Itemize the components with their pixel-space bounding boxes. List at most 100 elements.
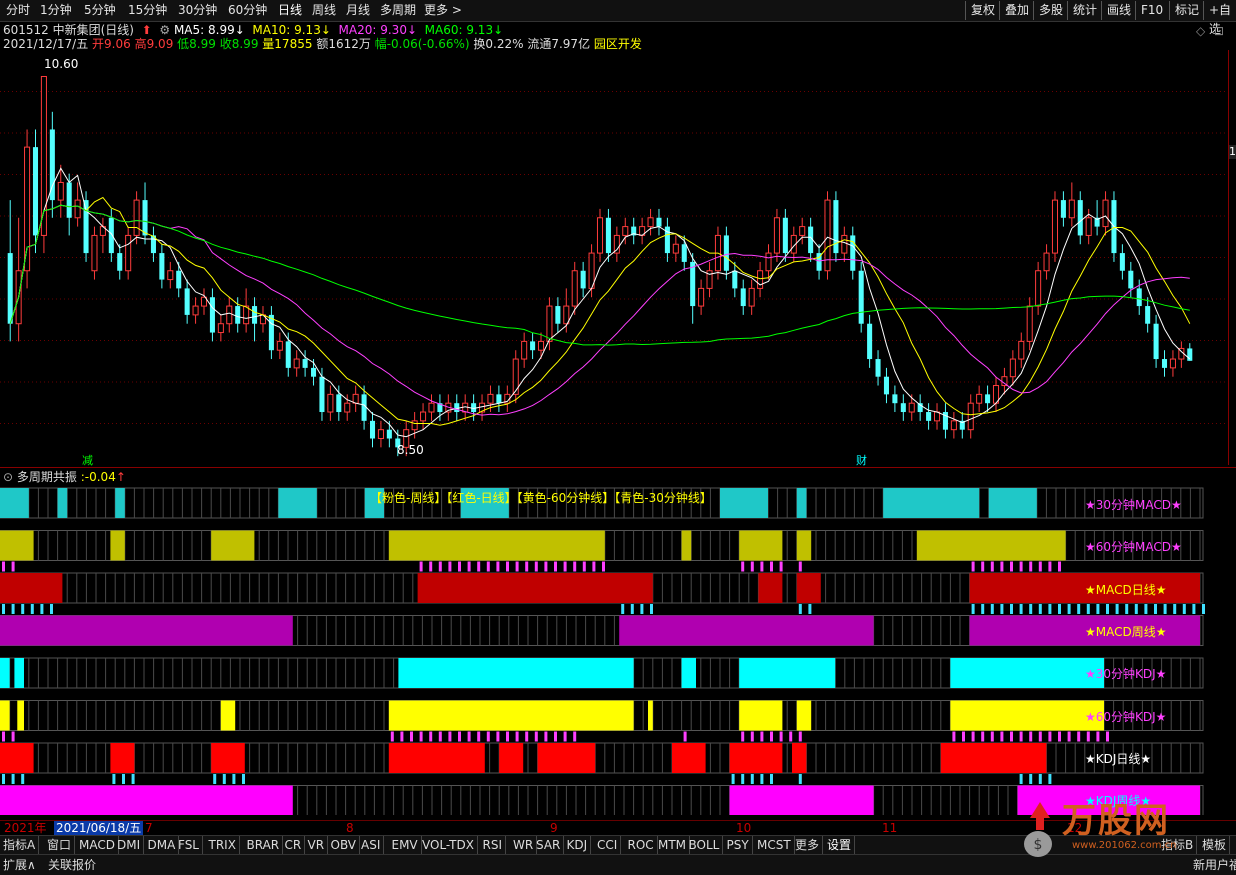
tab-5min[interactable]: 5分钟 xyxy=(84,2,116,19)
band-tick xyxy=(750,731,754,742)
band-tick xyxy=(429,731,433,742)
window-icon[interactable]: ⊡ xyxy=(1214,24,1224,38)
tab-15min[interactable]: 15分钟 xyxy=(128,2,167,19)
overlay-button[interactable]: 叠加 xyxy=(999,1,1034,20)
band-tick xyxy=(525,731,529,742)
band-tick xyxy=(554,731,557,742)
indicator-tab-boll[interactable]: BOLL xyxy=(686,836,724,854)
candle xyxy=(1068,182,1075,227)
tab-weekly[interactable]: 周线 xyxy=(312,2,336,19)
draw-button[interactable]: 画线 xyxy=(1101,1,1136,20)
indicator-tab-dmi[interactable]: DMI xyxy=(114,836,145,854)
band-tick xyxy=(630,604,634,614)
indicator-tab-obv[interactable]: OBV xyxy=(328,836,361,854)
candle-body xyxy=(1018,340,1025,360)
indicator-tab-窗口[interactable]: 窗口 xyxy=(44,836,76,854)
candlestick-chart[interactable] xyxy=(0,50,1228,465)
band-segment xyxy=(950,658,1104,688)
indicator-tab-sar[interactable]: SAR xyxy=(533,836,565,854)
band-tick xyxy=(242,774,245,784)
band-tick xyxy=(1058,731,1061,742)
candle xyxy=(209,288,215,342)
indicator-tab-vol-tdx[interactable]: VOL-TDX xyxy=(419,836,478,854)
tab-monthly[interactable]: 月线 xyxy=(346,2,370,19)
band-tick xyxy=(760,561,764,572)
candle xyxy=(976,385,983,413)
band-tick xyxy=(621,604,625,614)
tab-fenshi[interactable]: 分时 xyxy=(6,2,30,19)
quote-open: 开9.06 xyxy=(92,37,131,51)
candle-body xyxy=(74,199,81,219)
indicator-tab-指标a[interactable]: 指标A xyxy=(0,836,40,854)
tab-daily[interactable]: 日线 xyxy=(278,2,302,19)
linked-quote-button[interactable]: 关联报价 xyxy=(48,855,96,875)
indicator-tab-vr[interactable]: VR xyxy=(305,836,329,854)
indicator-tab-emv[interactable]: EMV xyxy=(389,836,422,854)
candle-body xyxy=(496,394,502,404)
indicator-tab-brar[interactable]: BRAR xyxy=(244,836,284,854)
indicator-tab-cr[interactable]: CR xyxy=(282,836,306,854)
indicator-tab-psy[interactable]: PSY xyxy=(724,836,753,854)
band-segment xyxy=(0,573,63,603)
multi-stock-button[interactable]: 多股 xyxy=(1033,1,1068,20)
candle-body xyxy=(672,243,679,254)
new-user-link[interactable]: 新用户福 xyxy=(1193,855,1236,875)
indicator-tab-fsl[interactable]: FSL xyxy=(175,836,203,854)
indicator-tab-kdj[interactable]: KDJ xyxy=(564,836,592,854)
tab-1min[interactable]: 1分钟 xyxy=(40,2,72,19)
band-tick xyxy=(477,561,481,572)
tab-30min[interactable]: 30分钟 xyxy=(178,2,217,19)
candle-body xyxy=(142,200,148,236)
band-tick xyxy=(1096,731,1100,742)
diamond-icon[interactable]: ◇ xyxy=(1196,24,1205,38)
band-tick xyxy=(798,561,802,572)
candle xyxy=(926,403,932,430)
collapse-icon[interactable]: ⊙ xyxy=(3,470,13,484)
fuquan-button[interactable]: 复权 xyxy=(965,1,1000,20)
stats-button[interactable]: 统计 xyxy=(1067,1,1102,20)
candle-body xyxy=(1169,358,1176,369)
band-tick xyxy=(1106,604,1109,614)
indicator-tab-cci[interactable]: CCI xyxy=(594,836,622,854)
f10-button[interactable]: F10 xyxy=(1135,1,1168,20)
candle-body xyxy=(1085,217,1092,236)
right-tab-1[interactable]: 模板 xyxy=(1199,836,1231,854)
candle xyxy=(1035,261,1042,315)
band-tick xyxy=(515,561,519,572)
mark-button[interactable]: 标记 xyxy=(1169,1,1204,20)
indicator-tab-roc[interactable]: ROC xyxy=(625,836,658,854)
candle-body xyxy=(765,252,772,272)
tab-60min[interactable]: 60分钟 xyxy=(228,2,267,19)
band-tick xyxy=(1067,604,1071,614)
candle xyxy=(32,129,39,254)
add-watchlist-button[interactable]: +自选 xyxy=(1203,1,1236,36)
tab-multi-period[interactable]: 多周期 xyxy=(380,2,416,19)
tab-more[interactable]: 更多 > xyxy=(424,2,462,19)
expand-button[interactable]: 扩展∧ xyxy=(3,855,36,875)
indicator-tab-macd[interactable]: MACD xyxy=(76,836,119,854)
band-tick xyxy=(419,561,423,572)
settings-icon[interactable]: ⚙ xyxy=(159,23,170,37)
candle xyxy=(765,244,772,280)
candle-body xyxy=(571,270,578,307)
indicator-tab-asi[interactable]: ASI xyxy=(358,836,385,854)
indicator-tab-rsi[interactable]: RSI xyxy=(480,836,506,854)
indicator-tab-设置[interactable]: 设置 xyxy=(824,836,856,854)
candle xyxy=(748,279,755,315)
candle xyxy=(757,261,764,298)
band-tick xyxy=(525,561,529,572)
band-tick xyxy=(486,561,490,572)
band-tick xyxy=(1038,731,1042,742)
indicator-tab-更多[interactable]: 更多 xyxy=(792,836,824,854)
band-segment xyxy=(115,488,125,518)
indicator-tab-trix[interactable]: TRIX xyxy=(206,836,240,854)
svg-text:$: $ xyxy=(1034,837,1043,853)
band-tick xyxy=(779,561,783,572)
candle xyxy=(369,412,376,448)
band-tick xyxy=(410,731,413,742)
quote-sector: 园区开发 xyxy=(593,37,642,51)
band-tick xyxy=(602,561,605,572)
band-tick xyxy=(990,561,994,572)
quote-change: 幅-0.06(-0.66%) xyxy=(374,37,470,51)
indicator-tab-mcst[interactable]: MCST xyxy=(754,836,795,854)
